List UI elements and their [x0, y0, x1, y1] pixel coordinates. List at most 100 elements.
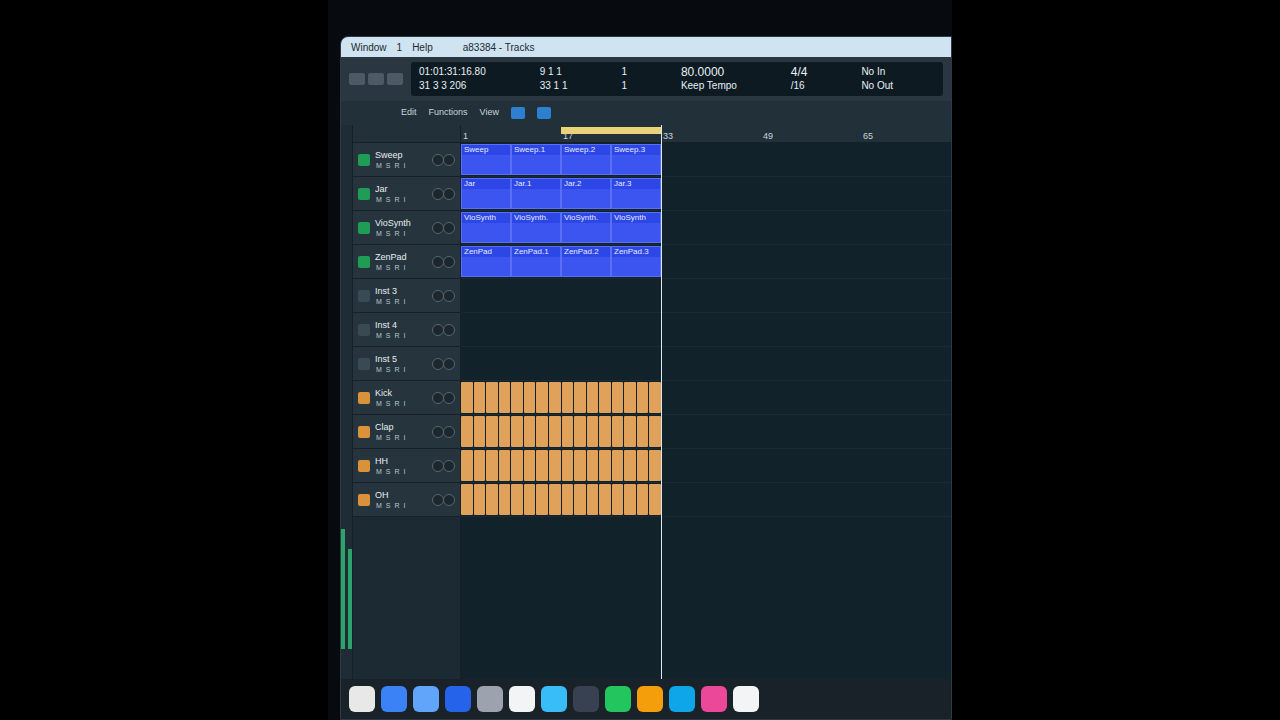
drum-region[interactable] [624, 416, 636, 447]
drum-region[interactable] [549, 382, 561, 413]
pan-knob[interactable] [443, 426, 455, 438]
volume-knob[interactable] [432, 358, 444, 370]
pan-knob[interactable] [443, 392, 455, 404]
drum-region[interactable] [637, 484, 649, 515]
drum-region[interactable] [511, 450, 523, 481]
drum-region[interactable] [536, 450, 548, 481]
drum-region[interactable] [587, 450, 599, 481]
audio-region[interactable]: VioSynth. [561, 212, 611, 243]
volume-knob[interactable] [432, 188, 444, 200]
drum-region[interactable] [574, 382, 586, 413]
pan-knob[interactable] [443, 154, 455, 166]
track-header[interactable]: ZenPadMSRI [353, 245, 460, 279]
track-button[interactable]: I [403, 365, 407, 374]
drum-region[interactable] [549, 450, 561, 481]
track-button[interactable]: R [394, 433, 401, 442]
volume-knob[interactable] [432, 460, 444, 472]
drum-region[interactable] [599, 416, 611, 447]
drum-region[interactable] [499, 416, 511, 447]
audio-region[interactable]: Sweep.3 [611, 144, 661, 175]
track-button[interactable]: R [394, 161, 401, 170]
track-button[interactable]: I [403, 229, 407, 238]
drum-region[interactable] [511, 484, 523, 515]
drum-region[interactable] [637, 416, 649, 447]
track-button[interactable]: M [375, 467, 383, 476]
drum-region[interactable] [612, 484, 624, 515]
track-button[interactable]: M [375, 501, 383, 510]
drum-region[interactable] [536, 382, 548, 413]
track-button[interactable]: S [385, 161, 392, 170]
toolbar-menu[interactable]: Edit [401, 106, 417, 120]
audio-region[interactable]: Sweep [461, 144, 511, 175]
track-button[interactable]: S [385, 501, 392, 510]
pan-knob[interactable] [443, 324, 455, 336]
track-header[interactable]: SweepMSRI [353, 143, 460, 177]
drum-region[interactable] [499, 484, 511, 515]
track-button[interactable]: I [403, 161, 407, 170]
track-button[interactable]: M [375, 229, 383, 238]
track-button[interactable]: S [385, 467, 392, 476]
drum-region[interactable] [599, 484, 611, 515]
drum-region[interactable] [649, 382, 661, 413]
track-button[interactable]: I [403, 331, 407, 340]
volume-knob[interactable] [432, 494, 444, 506]
drum-region[interactable] [499, 450, 511, 481]
volume-knob[interactable] [432, 256, 444, 268]
track-button[interactable]: S [385, 331, 392, 340]
track-button[interactable]: S [385, 263, 392, 272]
drum-region[interactable] [624, 450, 636, 481]
drum-region[interactable] [649, 450, 661, 481]
drum-region[interactable] [637, 450, 649, 481]
drum-region[interactable] [612, 416, 624, 447]
drum-region[interactable] [461, 450, 473, 481]
track-button[interactable]: S [385, 433, 392, 442]
track-header[interactable]: Inst 4MSRI [353, 313, 460, 347]
tool-icon[interactable] [511, 107, 525, 119]
dock-app-icon[interactable] [381, 686, 407, 712]
drum-region[interactable] [511, 382, 523, 413]
volume-knob[interactable] [432, 290, 444, 302]
drum-region[interactable] [624, 484, 636, 515]
volume-knob[interactable] [432, 392, 444, 404]
drum-region[interactable] [587, 484, 599, 515]
pan-knob[interactable] [443, 256, 455, 268]
pan-knob[interactable] [443, 222, 455, 234]
dock-app-icon[interactable] [477, 686, 503, 712]
transport-button-icon[interactable] [387, 73, 403, 85]
drum-region[interactable] [549, 484, 561, 515]
drum-region[interactable] [461, 382, 473, 413]
track-header[interactable]: OHMSRI [353, 483, 460, 517]
audio-region[interactable]: Jar.3 [611, 178, 661, 209]
drum-region[interactable] [562, 484, 574, 515]
audio-region[interactable]: Jar [461, 178, 511, 209]
dock-app-icon[interactable] [573, 686, 599, 712]
track-button[interactable]: R [394, 365, 401, 374]
pan-knob[interactable] [443, 188, 455, 200]
track-button[interactable]: S [385, 399, 392, 408]
drum-region[interactable] [524, 416, 536, 447]
drum-region[interactable] [461, 416, 473, 447]
track-button[interactable]: R [394, 263, 401, 272]
dock-app-icon[interactable] [445, 686, 471, 712]
drum-region[interactable] [624, 382, 636, 413]
track-button[interactable]: R [394, 331, 401, 340]
dock-app-icon[interactable] [541, 686, 567, 712]
audio-region[interactable]: ZenPad.2 [561, 246, 611, 277]
drum-region[interactable] [562, 382, 574, 413]
track-button[interactable]: S [385, 297, 392, 306]
audio-region[interactable]: VioSynth [611, 212, 661, 243]
track-header[interactable]: HHMSRI [353, 449, 460, 483]
drum-region[interactable] [574, 450, 586, 481]
volume-knob[interactable] [432, 324, 444, 336]
drum-region[interactable] [637, 382, 649, 413]
dock-app-icon[interactable] [669, 686, 695, 712]
track-button[interactable]: S [385, 365, 392, 374]
drum-region[interactable] [499, 382, 511, 413]
audio-region[interactable]: ZenPad.1 [511, 246, 561, 277]
drum-region[interactable] [612, 382, 624, 413]
volume-knob[interactable] [432, 222, 444, 234]
drum-region[interactable] [486, 382, 498, 413]
dock-app-icon[interactable] [509, 686, 535, 712]
drum-region[interactable] [599, 450, 611, 481]
drum-region[interactable] [536, 416, 548, 447]
